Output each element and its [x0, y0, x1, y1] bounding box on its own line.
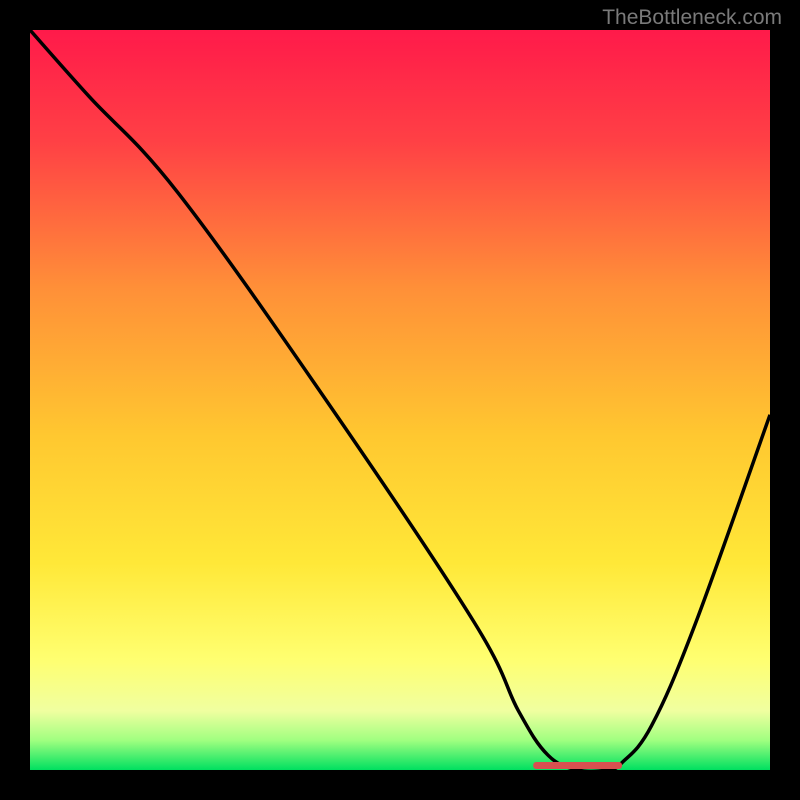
- chart-svg: [30, 30, 770, 770]
- chart-plot-area: [30, 30, 770, 770]
- gradient-background: [30, 30, 770, 770]
- optimal-range-marker: [533, 762, 622, 769]
- watermark-text: TheBottleneck.com: [602, 6, 782, 30]
